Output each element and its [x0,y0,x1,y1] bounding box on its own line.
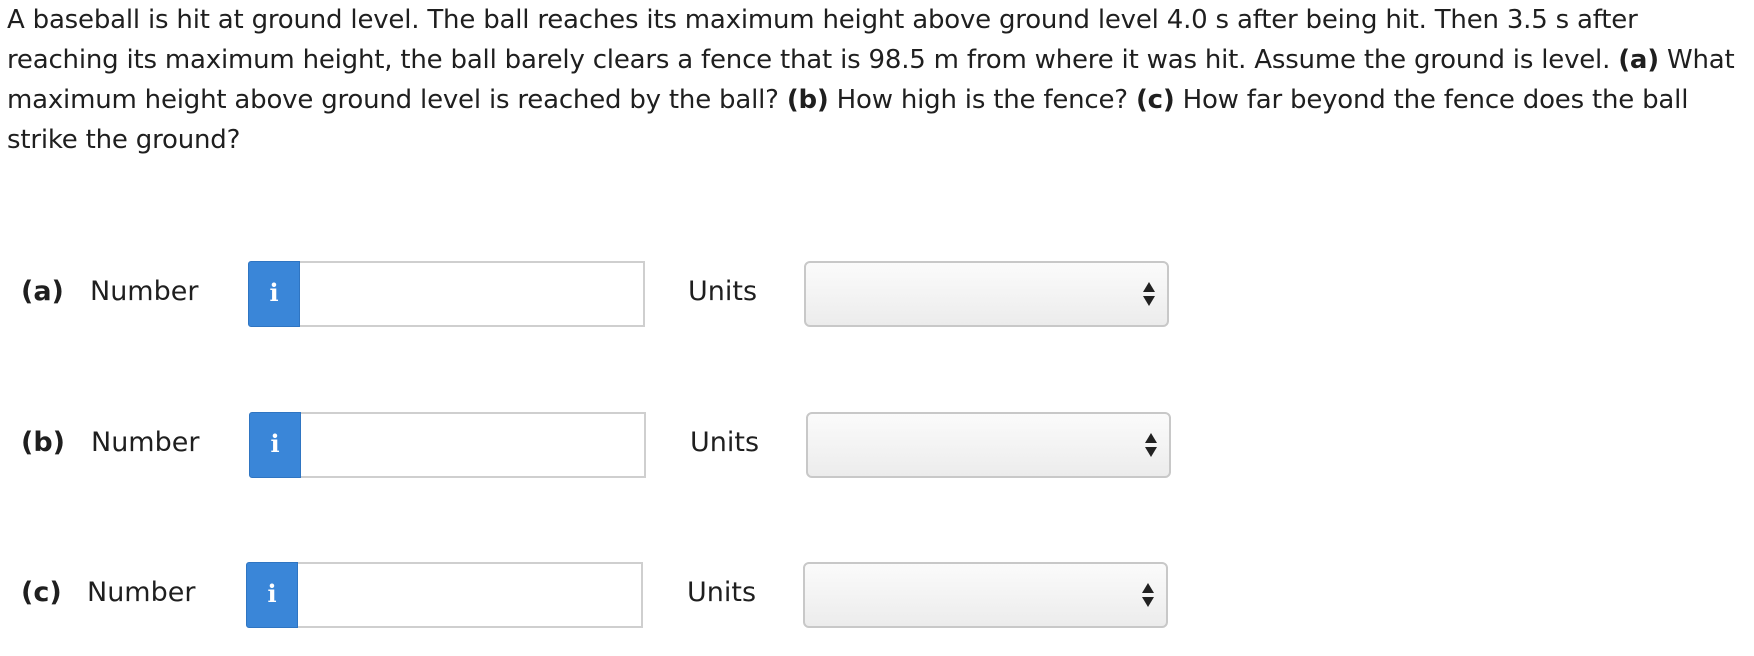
units-label-a: Units [688,276,758,307]
up-down-arrows-icon [1142,583,1154,609]
units-select-a[interactable] [804,261,1169,327]
info-icon[interactable]: i [248,261,300,327]
info-icon[interactable]: i [249,412,301,478]
question-text: A baseball is hit at ground level. The b… [7,0,1747,160]
up-down-arrows-icon [1145,433,1157,459]
part-b-question: How high is the fence? [828,85,1136,115]
info-icon[interactable]: i [246,562,298,628]
part-c-tag: (c) [1135,85,1175,115]
answer-row-a: (a) Number i Units [0,261,1754,327]
units-select-b[interactable] [806,412,1171,478]
up-down-arrows-icon [1143,282,1155,308]
part-label-c: (c) [21,577,62,608]
part-b-tag: (b) [786,85,829,115]
answer-row-b: (b) Number i Units [0,412,1754,478]
number-label-c: Number [87,577,196,608]
number-input-c[interactable] [298,562,643,628]
number-input-b[interactable] [301,412,646,478]
question-intro: A baseball is hit at ground level. The b… [7,5,1638,75]
part-label-b: (b) [21,427,66,458]
part-label-a: (a) [21,276,64,307]
answer-row-c: (c) Number i Units [0,562,1754,628]
units-label-c: Units [687,577,757,608]
number-label-a: Number [90,276,199,307]
units-label-b: Units [690,427,760,458]
number-input-a[interactable] [300,261,645,327]
units-select-c[interactable] [803,562,1168,628]
part-a-tag: (a) [1618,45,1659,75]
number-label-b: Number [91,427,200,458]
